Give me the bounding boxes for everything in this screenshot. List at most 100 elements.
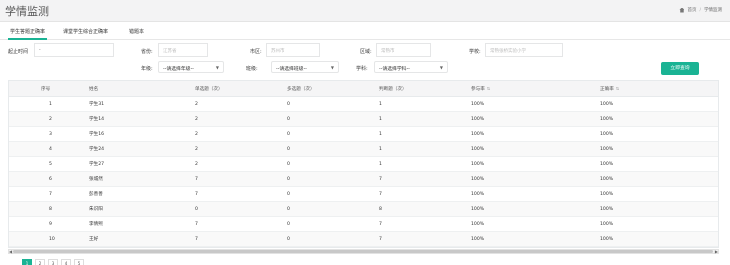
row-name: 学生24 [89, 147, 105, 152]
home-icon[interactable] [679, 7, 685, 13]
tab-class-accuracy[interactable]: 课堂学生综合正确率 [63, 28, 108, 35]
column-header-judge-label: 判断题（次） [379, 86, 407, 92]
scrollbar-thumb[interactable] [13, 250, 713, 253]
tab-bar: 学生答题正确率 课堂学生综合正确率 错题本 [0, 24, 730, 40]
page-button[interactable]: 4 [61, 259, 71, 265]
row-single: 2 [195, 146, 198, 152]
subject-select[interactable]: --请选择学科-- ▼ [374, 61, 448, 73]
page-button[interactable]: 3 [48, 259, 58, 265]
column-header-name[interactable]: 姓名 [89, 81, 98, 96]
row-accuracy: 100% [600, 146, 614, 152]
date-range-input[interactable]: - [34, 43, 114, 57]
column-header-participation[interactable]: 参与率 ⇅ [471, 81, 490, 96]
column-header-single[interactable]: 单选题（次） [195, 81, 223, 96]
row-multi: 0 [287, 221, 290, 227]
district-input[interactable]: 常熟市 [376, 43, 431, 57]
column-header-accuracy[interactable]: 正确率 ⇅ [600, 81, 619, 96]
tab-answer-accuracy[interactable]: 学生答题正确率 [7, 28, 48, 40]
row-judge: 7 [379, 236, 382, 242]
table-row[interactable]: 1 学生31 2 0 1 100% 100% [9, 97, 718, 112]
table-row[interactable]: 10 王好 7 0 7 100% 100% [9, 232, 718, 247]
table-row[interactable]: 9 李倩熙 7 0 7 100% 100% [9, 217, 718, 232]
tab-wrong-book[interactable]: 错题本 [129, 28, 144, 35]
row-multi: 0 [287, 236, 290, 242]
row-multi: 0 [287, 191, 290, 197]
table-row[interactable]: 2 学生14 2 0 1 100% 100% [9, 112, 718, 127]
row-multi: 0 [287, 161, 290, 167]
breadcrumb-separator: / [699, 7, 701, 13]
chevron-down-icon: ▼ [330, 65, 334, 70]
row-judge: 1 [379, 101, 382, 107]
column-header-multi[interactable]: 多选题（次） [287, 81, 315, 96]
horizontal-scrollbar[interactable]: ◀ ▶ [8, 249, 719, 254]
row-index: 10 [49, 236, 55, 242]
row-index: 9 [49, 221, 52, 227]
sort-icon[interactable]: ⇅ [616, 86, 619, 91]
row-participation: 100% [471, 131, 485, 137]
province-input[interactable]: 江苏省 [158, 43, 208, 57]
breadcrumb-home[interactable]: 首页 [687, 7, 696, 13]
page-button[interactable]: 1 [22, 259, 32, 265]
row-single: 0 [195, 206, 198, 212]
row-index: 2 [49, 116, 52, 122]
table-row[interactable]: 7 彭善善 7 0 7 100% 100% [9, 187, 718, 202]
row-index: 4 [49, 146, 52, 152]
breadcrumb-current: 学情监测 [704, 8, 722, 13]
chevron-down-icon: ▼ [439, 65, 443, 70]
row-name: 彭善善 [89, 192, 103, 197]
row-name: 张城然 [89, 177, 103, 182]
row-participation: 100% [471, 101, 485, 107]
scroll-right-icon[interactable]: ▶ [715, 249, 718, 254]
chevron-down-icon: ▼ [215, 65, 219, 70]
page-title: 学情监测 [5, 5, 49, 18]
table-row[interactable]: 8 朱识阳 0 0 8 100% 100% [9, 202, 718, 217]
table-row[interactable]: 3 学生16 2 0 1 100% 100% [9, 127, 718, 142]
sort-icon[interactable]: ⇅ [487, 86, 490, 91]
table-row[interactable]: 5 学生27 2 0 1 100% 100% [9, 157, 718, 172]
scroll-left-icon[interactable]: ◀ [9, 249, 12, 254]
province-label: 省份: [141, 49, 153, 55]
row-single: 7 [195, 221, 198, 227]
row-single: 7 [195, 236, 198, 242]
row-participation: 100% [471, 206, 485, 212]
page-button[interactable]: 2 [35, 259, 45, 265]
row-index: 6 [49, 176, 52, 182]
grade-select[interactable]: --请选择年级-- ▼ [158, 61, 224, 73]
row-name: 学生16 [89, 132, 105, 137]
grade-select-value: --请选择年级-- [163, 67, 194, 72]
row-accuracy: 100% [600, 236, 614, 242]
page-button[interactable]: 5 [74, 259, 84, 265]
city-input[interactable]: 苏州市 [266, 43, 320, 57]
row-judge: 1 [379, 146, 382, 152]
row-judge: 7 [379, 176, 382, 182]
row-judge: 7 [379, 221, 382, 227]
row-name: 李倩熙 [89, 222, 103, 227]
table-row[interactable]: 4 学生24 2 0 1 100% 100% [9, 142, 718, 157]
column-header-accuracy-label: 正确率 [600, 86, 614, 92]
column-header-index[interactable]: 序号 [41, 81, 50, 96]
breadcrumb: 首页 / 学情监测 [679, 7, 722, 13]
row-name: 学生14 [89, 117, 105, 122]
row-single: 7 [195, 176, 198, 182]
row-accuracy: 100% [600, 116, 614, 122]
column-header-single-label: 单选题（次） [195, 86, 223, 92]
results-table: 序号 姓名 单选题（次） 多选题（次） 判断题（次） 参与率 ⇅ 正确率 ⇅ 1 学生… [8, 80, 719, 248]
row-name: 学生31 [89, 102, 105, 107]
query-button[interactable]: 立即查询 [661, 62, 699, 75]
class-select[interactable]: --请选择班级-- ▼ [271, 61, 339, 73]
column-header-judge[interactable]: 判断题（次） [379, 81, 407, 96]
row-accuracy: 100% [600, 206, 614, 212]
row-name: 朱识阳 [89, 207, 103, 212]
table-row[interactable]: 6 张城然 7 0 7 100% 100% [9, 172, 718, 187]
row-single: 2 [195, 131, 198, 137]
row-multi: 0 [287, 131, 290, 137]
row-multi: 0 [287, 176, 290, 182]
school-label: 学校: [469, 49, 481, 55]
row-judge: 7 [379, 191, 382, 197]
row-judge: 1 [379, 161, 382, 167]
row-multi: 0 [287, 206, 290, 212]
row-judge: 1 [379, 116, 382, 122]
grade-label: 年级: [141, 66, 153, 72]
row-participation: 100% [471, 116, 485, 122]
school-input[interactable]: 常熟张桥实验小学 [485, 43, 563, 57]
